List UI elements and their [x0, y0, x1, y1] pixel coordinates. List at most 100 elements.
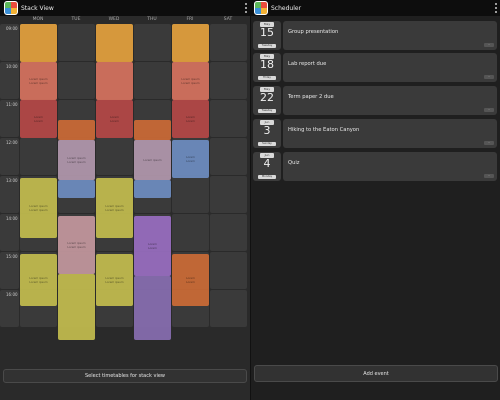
day-header: SAT [223, 17, 233, 22]
grid-cell[interactable] [134, 62, 171, 99]
day-header: TUE [71, 17, 81, 22]
date-weekday: Monday [258, 175, 276, 179]
timetable-event[interactable]: Lorem ipsum Lorem ipsum [58, 140, 95, 180]
event-line: Lorem [110, 119, 119, 123]
grid-cell[interactable] [210, 290, 247, 327]
timetable-event[interactable] [134, 276, 171, 340]
scheduler-event[interactable]: Jun 3 Sunday Hiking to the Eaton Canyon … [253, 119, 497, 148]
grid-cell[interactable] [58, 24, 95, 61]
overflow-menu-icon[interactable] [244, 3, 247, 13]
grid-cell[interactable] [210, 176, 247, 213]
event-line: Lorem ipsum [29, 81, 48, 85]
timetable-event[interactable]: Lorem Lorem [172, 100, 209, 138]
time-label: 11:00 [0, 100, 19, 137]
event-title: Term paper 2 due [288, 94, 334, 100]
timetable-event[interactable] [58, 120, 95, 140]
scheduler-event[interactable]: May 18 Friday Lab report due ... [253, 53, 497, 82]
timetable-event[interactable] [96, 24, 133, 62]
timetable-event[interactable] [58, 274, 95, 340]
scheduler-event[interactable]: May 15 Tuesday Group presentation ... [253, 21, 497, 50]
grid-cell[interactable] [172, 176, 209, 213]
scheduler-header: Scheduler [250, 0, 500, 16]
event-line: Lorem [148, 246, 157, 250]
grid-cell[interactable] [210, 62, 247, 99]
timetable-event[interactable]: Lorem ipsum Lorem ipsum [96, 178, 133, 238]
timetable-event[interactable]: Lorem Lorem [134, 216, 171, 276]
event-title: Lab report due [288, 61, 327, 67]
grid-cell[interactable] [210, 100, 247, 137]
timetable-event[interactable]: Lorem ipsum Lorem ipsum [20, 178, 57, 238]
stack-view-title: Stack View [21, 4, 54, 12]
date-badge: May 22 Tuesday [253, 86, 281, 115]
timetable-event[interactable]: Lorem Lorem [20, 100, 57, 138]
timetable-event[interactable] [134, 180, 171, 198]
timetable-event[interactable]: Lorem Lorem [172, 254, 209, 306]
time-label: 16:00 [0, 290, 19, 327]
event-tag: ... [484, 108, 494, 112]
event-line: Lorem ipsum [67, 245, 86, 249]
event-card[interactable]: Lab report due ... [283, 53, 497, 82]
timetable-event[interactable]: Lorem ipsum Lorem ipsum [20, 62, 57, 100]
date-badge: May 18 Friday [253, 53, 281, 82]
date-badge: Jun 3 Sunday [253, 119, 281, 148]
grid-cell[interactable] [96, 138, 133, 175]
grid-cell[interactable] [172, 214, 209, 251]
timetable-event[interactable]: Lorem ipsum Lorem ipsum [172, 62, 209, 100]
date-day: 3 [263, 124, 271, 137]
event-line: Lorem ipsum [105, 280, 124, 284]
date-badge: May 15 Tuesday [253, 21, 281, 50]
event-line: Lorem ipsum [143, 158, 162, 162]
time-label: 09:00 [0, 24, 19, 61]
timetable-event[interactable]: Lorem Lorem [96, 100, 133, 138]
timetable-event[interactable] [58, 180, 95, 198]
scheduler-panel: May 15 Tuesday Group presentation ... Ma… [250, 16, 500, 400]
timetable-event[interactable]: Lorem ipsum Lorem ipsum [58, 216, 95, 274]
scheduler-event[interactable]: May 22 Tuesday Term paper 2 due ... [253, 86, 497, 115]
event-tag: ... [484, 174, 494, 178]
time-row: 12:00 [0, 138, 250, 176]
grid-cell[interactable] [58, 62, 95, 99]
event-line: Lorem [186, 119, 195, 123]
date-weekday: Sunday [258, 142, 276, 146]
timetable-event[interactable] [134, 120, 171, 140]
date-day: 15 [260, 26, 274, 39]
event-card[interactable]: Term paper 2 due ... [283, 86, 497, 115]
timetable-event[interactable] [96, 62, 133, 100]
date-badge: Jun 4 Monday [253, 152, 281, 181]
event-line: Lorem [34, 119, 43, 123]
day-header: FRI [186, 17, 194, 22]
stack-view-header: Stack View [0, 0, 250, 16]
date-day: 18 [260, 58, 274, 71]
grid-cell[interactable] [134, 24, 171, 61]
day-header: THU [147, 17, 157, 22]
event-tag: ... [484, 43, 494, 47]
day-header: MON [32, 17, 44, 22]
date-weekday: Tuesday [258, 109, 276, 113]
select-timetables-button[interactable]: Select timetables for stack view [3, 369, 247, 383]
event-card[interactable]: Quiz ... [283, 152, 497, 181]
time-label: 12:00 [0, 138, 19, 175]
timetable-event[interactable] [172, 24, 209, 62]
event-card[interactable]: Hiking to the Eaton Canyon ... [283, 119, 497, 148]
stack-view-panel: MON TUE WED THU FRI SAT 09:00 10:00 11:0… [0, 16, 250, 400]
scheduler-event[interactable]: Jun 4 Monday Quiz ... [253, 152, 497, 181]
app-icon[interactable] [254, 1, 268, 15]
timetable-event[interactable]: Lorem Lorem [172, 140, 209, 178]
grid-cell[interactable] [210, 214, 247, 251]
timetable-event[interactable]: Lorem ipsum Lorem ipsum [20, 254, 57, 306]
app-icon[interactable] [4, 1, 18, 15]
event-title: Hiking to the Eaton Canyon [288, 127, 360, 133]
grid-cell[interactable] [210, 24, 247, 61]
timetable-event[interactable] [20, 24, 57, 62]
grid-cell[interactable] [210, 252, 247, 289]
timetable-event[interactable]: Lorem ipsum [134, 140, 171, 180]
grid-cell[interactable] [20, 138, 57, 175]
event-line: Lorem ipsum [29, 280, 48, 284]
event-card[interactable]: Group presentation ... [283, 21, 497, 50]
add-event-button[interactable]: Add event [254, 365, 498, 382]
date-weekday: Tuesday [258, 44, 276, 48]
event-line: Lorem ipsum [181, 81, 200, 85]
grid-cell[interactable] [210, 138, 247, 175]
overflow-menu-icon[interactable] [494, 3, 497, 13]
timetable-event[interactable]: Lorem ipsum Lorem ipsum [96, 254, 133, 306]
